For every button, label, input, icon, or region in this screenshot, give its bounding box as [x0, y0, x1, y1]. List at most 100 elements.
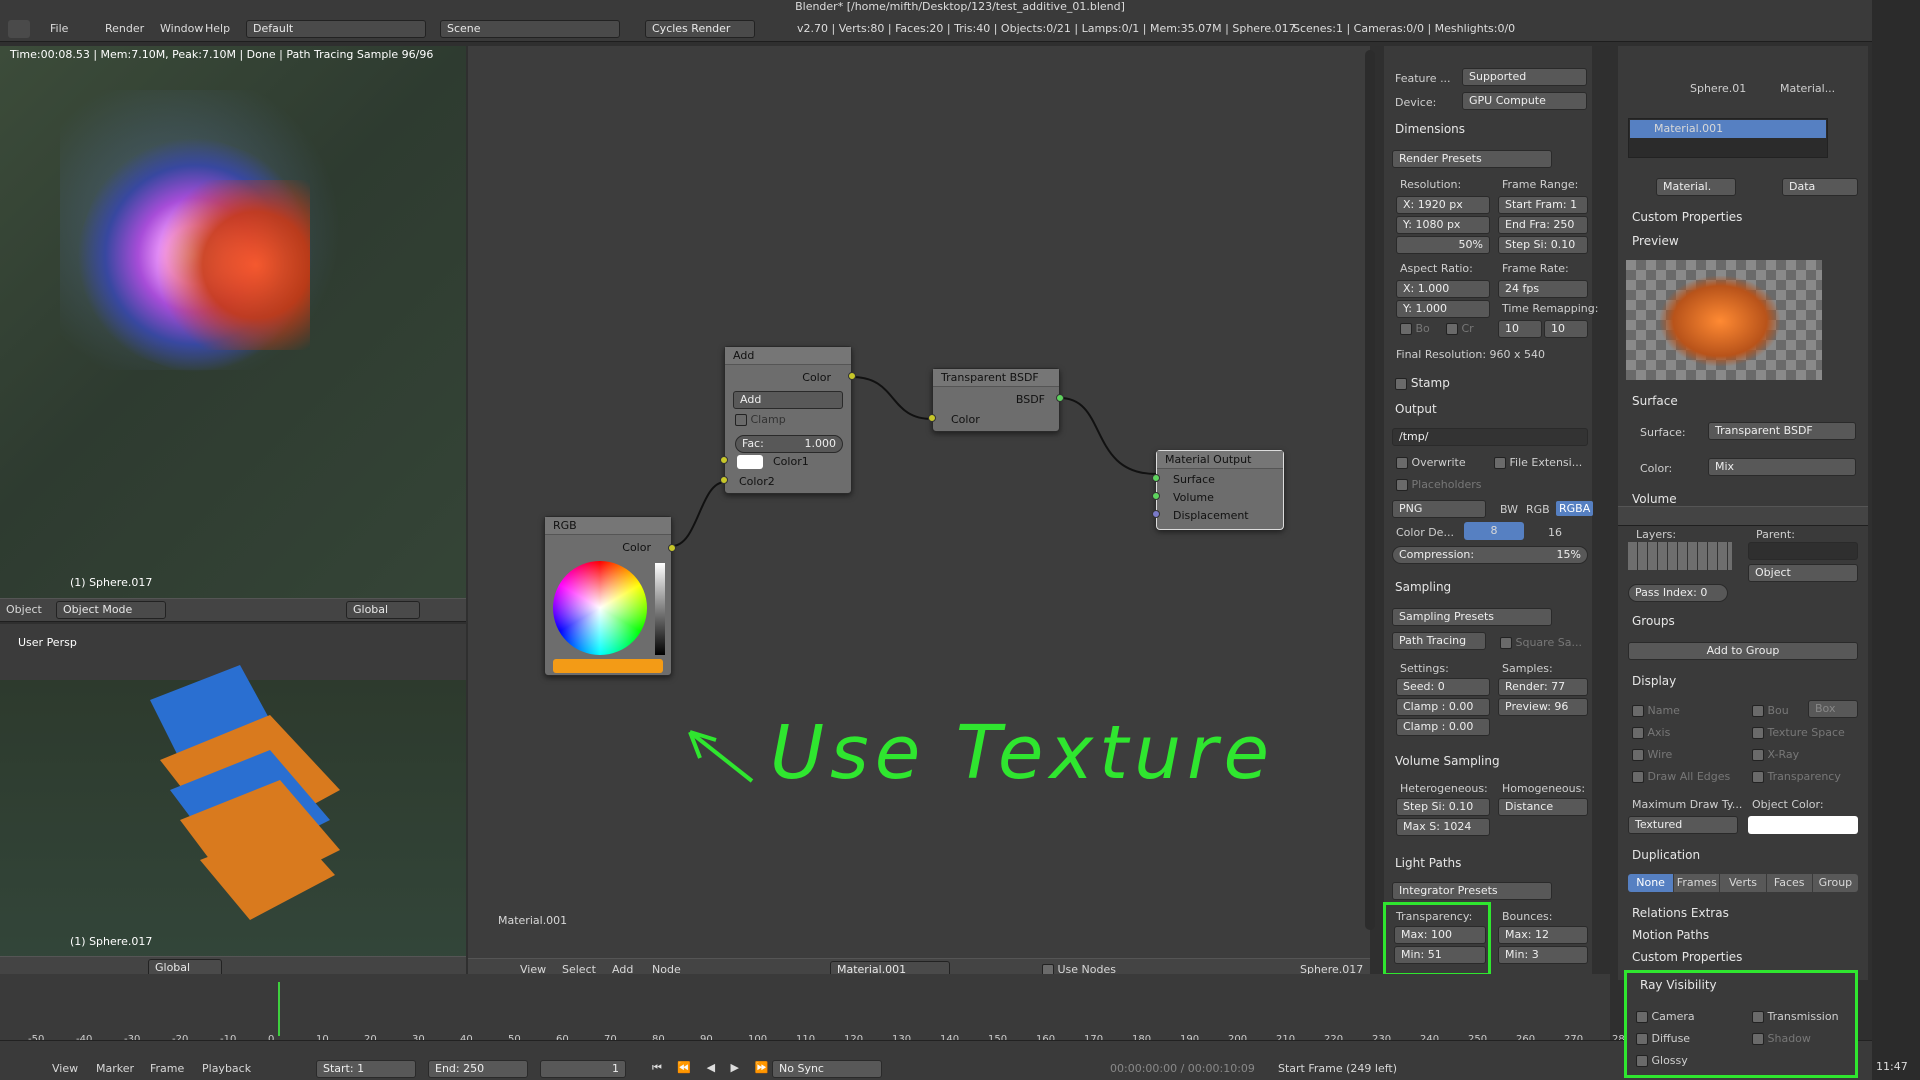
color1-swatch[interactable]	[737, 455, 763, 469]
xray-toggle[interactable]: X-Ray	[1752, 748, 1799, 761]
start-field[interactable]: Start: 1	[316, 1060, 416, 1078]
compression-field[interactable]: Compression: 15%	[1392, 546, 1588, 564]
timeline-frame-menu[interactable]: Frame	[150, 1062, 184, 1075]
menu-help[interactable]: Help	[205, 20, 230, 38]
motion-paths-section[interactable]: Motion Paths	[1632, 928, 1709, 942]
output-path-field[interactable]: /tmp/	[1392, 428, 1588, 446]
bounds-type-select[interactable]: Box	[1808, 700, 1858, 718]
texture-space-toggle[interactable]: Texture Space	[1752, 726, 1845, 739]
light-paths-section[interactable]: Light Paths	[1395, 856, 1461, 870]
render-samples-field[interactable]: Render: 77	[1498, 678, 1588, 696]
time-remap-new[interactable]: 10	[1544, 320, 1588, 338]
orientation-select[interactable]: Global	[346, 601, 420, 619]
overwrite-toggle[interactable]: Overwrite	[1396, 456, 1466, 469]
end-field[interactable]: End: 250	[428, 1060, 528, 1078]
mode-select[interactable]: Object Mode	[56, 601, 166, 619]
info-editor-icon[interactable]	[8, 20, 30, 38]
breadcrumb-material[interactable]: Material...	[1780, 82, 1835, 95]
bounces-max-field[interactable]: Max: 12	[1498, 926, 1588, 944]
glossy-toggle[interactable]: Glossy	[1636, 1054, 1688, 1067]
transparency-min-field[interactable]: Min: 51	[1394, 946, 1486, 964]
layout-select[interactable]: Default	[246, 20, 426, 38]
transparency-toggle[interactable]: Transparency	[1752, 770, 1841, 783]
dup-faces[interactable]: Faces	[1766, 874, 1812, 892]
timeline-view-menu[interactable]: View	[52, 1062, 78, 1075]
parent-type-select[interactable]: Object	[1748, 564, 1858, 582]
max-draw-select[interactable]: Textured	[1628, 816, 1738, 834]
clamp-indirect-field[interactable]: Clamp : 0.00	[1396, 718, 1490, 736]
fps-select[interactable]: 24 fps	[1498, 280, 1588, 298]
rgba-option[interactable]: RGBA	[1556, 501, 1594, 516]
output-section[interactable]: Output	[1395, 402, 1437, 416]
depth-16-option[interactable]: 16	[1548, 526, 1562, 539]
surface-socket[interactable]	[1152, 474, 1160, 482]
add-color1-socket[interactable]	[720, 456, 728, 464]
displacement-socket[interactable]	[1152, 510, 1160, 518]
bounces-min-field[interactable]: Min: 3	[1498, 946, 1588, 964]
bsdf-out-socket[interactable]	[1056, 394, 1064, 402]
device-select[interactable]: GPU Compute	[1462, 92, 1587, 110]
aspect-y-field[interactable]: Y: 1.000	[1396, 300, 1490, 318]
file-extension-toggle[interactable]: File Extensi...	[1494, 456, 1582, 469]
display-section[interactable]: Display	[1632, 674, 1676, 688]
layer-grid[interactable]	[1628, 542, 1732, 570]
draw-edges-toggle[interactable]: Draw All Edges	[1632, 770, 1730, 783]
ray-visibility-section[interactable]: Ray Visibility	[1640, 978, 1717, 992]
preview-samples-field[interactable]: Preview: 96	[1498, 698, 1588, 716]
rgb-swatch[interactable]	[553, 659, 663, 673]
current-frame-marker[interactable]	[278, 982, 280, 1036]
timeline-playback-menu[interactable]: Playback	[202, 1062, 251, 1075]
material-slot-item[interactable]: Material.001	[1630, 120, 1826, 138]
add-out-socket[interactable]	[848, 372, 856, 380]
object-menu[interactable]: Object	[6, 603, 42, 616]
wire-toggle[interactable]: Wire	[1632, 748, 1672, 761]
menu-file[interactable]: File	[50, 20, 68, 38]
dup-none[interactable]: None	[1628, 874, 1674, 892]
transmission-toggle[interactable]: Transmission	[1752, 1010, 1839, 1023]
menu-render[interactable]: Render	[105, 20, 144, 38]
scene-select[interactable]: Scene	[440, 20, 620, 38]
volume-sampling-section[interactable]: Volume Sampling	[1395, 754, 1500, 768]
sampling-section[interactable]: Sampling	[1395, 580, 1451, 594]
preview-section[interactable]: Preview	[1632, 234, 1679, 248]
depth-8-option[interactable]: 8	[1464, 522, 1524, 540]
link-select[interactable]: Data	[1782, 178, 1858, 196]
file-format-select[interactable]: PNG	[1392, 500, 1486, 518]
pass-index-field[interactable]: Pass Index: 0	[1628, 584, 1728, 602]
current-frame-field[interactable]: 1	[540, 1060, 626, 1078]
rgb-node[interactable]: RGB Color	[544, 516, 672, 676]
crop-toggle[interactable]: Cr	[1446, 322, 1474, 335]
sampling-presets-select[interactable]: Sampling Presets	[1392, 608, 1552, 626]
volume-section[interactable]: Volume	[1632, 492, 1677, 506]
surface-shader-select[interactable]: Transparent BSDF	[1708, 422, 1856, 440]
end-frame-field[interactable]: End Fra: 250	[1498, 216, 1588, 234]
material-output-node[interactable]: Material Output Surface Volume Displacem…	[1156, 450, 1284, 530]
rgb-option[interactable]: RGB	[1526, 503, 1550, 516]
timeline[interactable]	[0, 974, 1610, 1040]
res-percent-field[interactable]: 50%	[1396, 236, 1490, 254]
breadcrumb-object[interactable]: Sphere.01	[1690, 82, 1746, 95]
add-to-group-button[interactable]: Add to Group	[1628, 642, 1858, 660]
render-presets-select[interactable]: Render Presets	[1392, 150, 1552, 168]
feature-set-select[interactable]: Supported	[1462, 68, 1587, 86]
fac-field[interactable]: Fac: 1.000	[735, 435, 843, 453]
parent-field[interactable]	[1748, 542, 1858, 560]
camera-toggle[interactable]: Camera	[1636, 1010, 1695, 1023]
bsdf-in-socket[interactable]	[928, 414, 936, 422]
custom-properties-section-2[interactable]: Custom Properties	[1632, 950, 1742, 964]
max-steps-field[interactable]: Max S: 1024	[1396, 818, 1490, 836]
menu-window[interactable]: Window	[160, 20, 203, 38]
shadow-toggle[interactable]: Shadow	[1752, 1032, 1811, 1045]
value-slider[interactable]	[655, 563, 665, 655]
sync-select[interactable]: No Sync	[772, 1060, 882, 1078]
add-color2-socket[interactable]	[720, 476, 728, 484]
dup-frames[interactable]: Frames	[1674, 874, 1720, 892]
dup-verts[interactable]: Verts	[1720, 874, 1766, 892]
duplication-section[interactable]: Duplication	[1632, 848, 1700, 862]
step-size-field[interactable]: Step Si: 0.10	[1396, 798, 1490, 816]
add-node[interactable]: Add Color Add Clamp Fac: 1.000 Color1 Co…	[724, 346, 852, 494]
transparent-bsdf-node[interactable]: Transparent BSDF BSDF Color	[932, 368, 1060, 432]
rgb-out-socket[interactable]	[668, 544, 676, 552]
custom-properties-section[interactable]: Custom Properties	[1632, 210, 1742, 224]
clamp-direct-field[interactable]: Clamp : 0.00	[1396, 698, 1490, 716]
